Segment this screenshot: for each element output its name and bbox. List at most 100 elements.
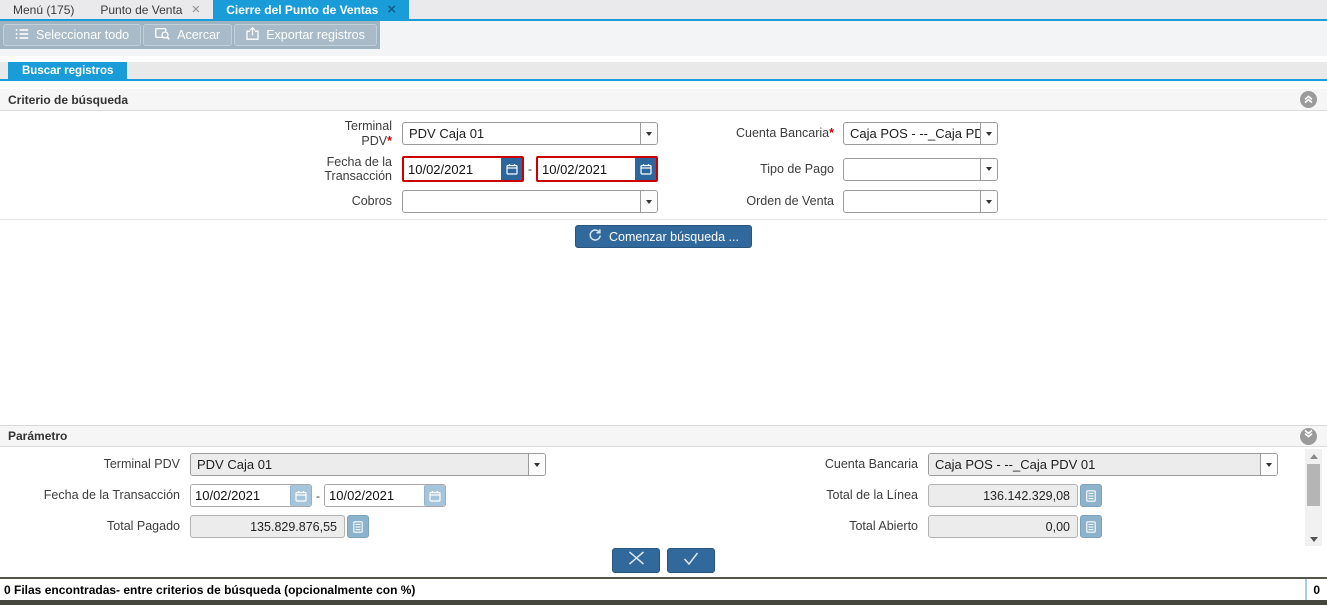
cancel-button[interactable] xyxy=(612,548,660,573)
export-records-label: Exportar registros xyxy=(266,28,365,42)
calculator-icon[interactable] xyxy=(347,515,369,538)
fecha-desde-field xyxy=(402,156,524,182)
parameter-form: Terminal PDV PDV Caja 01 Cuenta Bancaria… xyxy=(0,447,1327,546)
required-marker: * xyxy=(387,134,392,148)
chevron-down-icon[interactable] xyxy=(980,159,997,180)
search-tab-row: Buscar registros xyxy=(0,62,1327,81)
content-spacer xyxy=(0,248,1327,425)
tab-buscar-registros[interactable]: Buscar registros xyxy=(8,62,127,79)
fecha-desde-input[interactable] xyxy=(404,158,501,180)
tipo-pago-label: Tipo de Pago xyxy=(658,162,843,177)
total-pagado-label: Total Pagado xyxy=(0,519,190,534)
cobros-label: Cobros xyxy=(0,194,402,209)
tipo-pago-select[interactable] xyxy=(843,158,998,181)
calculator-icon[interactable] xyxy=(1080,515,1102,538)
param-cuenta-label: Cuenta Bancaria xyxy=(546,457,928,472)
tab-punto-de-venta[interactable]: Punto de Venta × xyxy=(87,0,213,19)
fecha-transaccion-label: Fecha de la Transacción xyxy=(0,155,402,185)
criteria-section-title: Criterio de búsqueda xyxy=(8,93,1300,107)
param-row-terminal: Terminal PDV PDV Caja 01 Cuenta Bancaria… xyxy=(0,453,1327,476)
collapse-criteria-button[interactable] xyxy=(1300,91,1317,108)
param-cuenta-value: Caja POS - --_Caja PDV 01 xyxy=(929,454,1260,475)
param-cuenta-select[interactable]: Caja POS - --_Caja PDV 01 xyxy=(928,453,1278,476)
confirm-button[interactable] xyxy=(667,548,715,573)
total-abierto-label: Total Abierto xyxy=(546,519,928,534)
double-chevron-up-icon xyxy=(1303,91,1314,109)
calculator-icon[interactable] xyxy=(1080,484,1102,507)
close-icon[interactable]: × xyxy=(387,4,396,16)
param-fecha-hasta-input[interactable] xyxy=(325,485,424,506)
required-marker: * xyxy=(829,126,834,140)
collapse-parameter-button[interactable] xyxy=(1300,428,1317,445)
cuenta-bancaria-label: Cuenta Bancaria* xyxy=(658,126,843,141)
param-fecha-desde-field xyxy=(190,484,312,507)
export-up-arrow-icon xyxy=(246,27,259,43)
select-all-icon xyxy=(15,28,29,43)
orden-venta-label: Orden de Venta xyxy=(658,194,843,209)
total-linea-label: Total de la Línea xyxy=(546,488,928,503)
scroll-down-arrow[interactable] xyxy=(1305,532,1322,546)
check-icon xyxy=(683,552,699,570)
scrollbar-thumb[interactable] xyxy=(1307,464,1320,506)
param-row-totales: Total Pagado Total Abierto xyxy=(0,515,1327,538)
criteria-row-terminal: Terminal PDV* PDV Caja 01 Cuenta Bancari… xyxy=(0,119,1327,149)
start-search-button[interactable]: Comenzar búsqueda ... xyxy=(575,225,752,248)
cobros-value xyxy=(403,191,640,212)
chevron-down-icon[interactable] xyxy=(980,191,997,212)
close-icon[interactable]: × xyxy=(191,4,200,16)
chevron-down-icon[interactable] xyxy=(980,123,997,144)
start-search-label: Comenzar búsqueda ... xyxy=(609,230,739,244)
parameter-section-title: Parámetro xyxy=(8,429,1300,443)
tab-menu[interactable]: Menú (175) xyxy=(0,0,87,19)
select-all-label: Seleccionar todo xyxy=(36,28,129,42)
chevron-down-icon[interactable] xyxy=(640,123,657,144)
tab-cierre-punto-ventas[interactable]: Cierre del Punto de Ventas × xyxy=(213,0,409,19)
zoom-label: Acercar xyxy=(177,28,220,42)
tab-punto-de-venta-label: Punto de Venta xyxy=(100,3,182,17)
confirm-button-row xyxy=(0,546,1327,577)
select-all-button[interactable]: Seleccionar todo xyxy=(3,24,141,46)
calendar-icon[interactable] xyxy=(290,485,311,506)
date-range-separator: - xyxy=(316,489,320,503)
toolbar: Seleccionar todo Acercar Exportar regist… xyxy=(0,21,1327,56)
chevron-down-icon[interactable] xyxy=(528,454,545,475)
status-count: 0 xyxy=(1305,579,1327,600)
double-chevron-down-icon xyxy=(1303,427,1314,445)
calendar-icon[interactable] xyxy=(501,158,522,180)
param-row-fecha: Fecha de la Transacción - Total de la Lí… xyxy=(0,484,1327,507)
criteria-row-fecha: Fecha de la Transacción - Tipo de Pago xyxy=(0,155,1327,185)
param-terminal-select[interactable]: PDV Caja 01 xyxy=(190,453,546,476)
window-tabbar: Menú (175) Punto de Venta × Cierre del P… xyxy=(0,0,1327,21)
terminal-pdv-select[interactable]: PDV Caja 01 xyxy=(402,122,658,145)
cuenta-bancaria-select[interactable]: Caja POS - --_Caja PDV 01 xyxy=(843,122,998,145)
toolbar-button-group: Seleccionar todo Acercar Exportar regist… xyxy=(0,21,380,49)
refresh-icon xyxy=(588,228,602,245)
criteria-row-cobros: Cobros Orden de Venta xyxy=(0,190,1327,213)
tab-buscar-registros-label: Buscar registros xyxy=(22,65,113,77)
tab-cierre-punto-ventas-label: Cierre del Punto de Ventas xyxy=(226,3,378,17)
calendar-icon[interactable] xyxy=(635,158,656,180)
zoom-button[interactable]: Acercar xyxy=(143,24,232,46)
vertical-scrollbar[interactable] xyxy=(1305,449,1322,546)
param-terminal-value: PDV Caja 01 xyxy=(191,454,528,475)
export-records-button[interactable]: Exportar registros xyxy=(234,24,377,46)
scroll-up-arrow[interactable] xyxy=(1305,449,1322,463)
cuenta-bancaria-value: Caja POS - --_Caja PDV 01 xyxy=(844,123,980,144)
param-terminal-label: Terminal PDV xyxy=(0,457,190,472)
orden-venta-select[interactable] xyxy=(843,190,998,213)
fecha-hasta-input[interactable] xyxy=(538,158,635,180)
criteria-form: Terminal PDV* PDV Caja 01 Cuenta Bancari… xyxy=(0,111,1327,248)
date-range-separator: - xyxy=(528,162,532,176)
total-pagado-input xyxy=(190,515,345,538)
chevron-down-icon[interactable] xyxy=(1260,454,1277,475)
statusbar: 0 Filas encontradas- entre criterios de … xyxy=(0,577,1327,600)
parameter-section-header: Parámetro xyxy=(0,425,1327,447)
param-fecha-hasta-field xyxy=(324,484,446,507)
param-fecha-desde-input[interactable] xyxy=(191,485,290,506)
chevron-down-icon[interactable] xyxy=(640,191,657,212)
tipo-pago-value xyxy=(844,159,980,180)
param-fecha-label: Fecha de la Transacción xyxy=(0,488,190,503)
calendar-icon[interactable] xyxy=(424,485,445,506)
search-button-row: Comenzar búsqueda ... xyxy=(0,219,1327,248)
cobros-select[interactable] xyxy=(402,190,658,213)
